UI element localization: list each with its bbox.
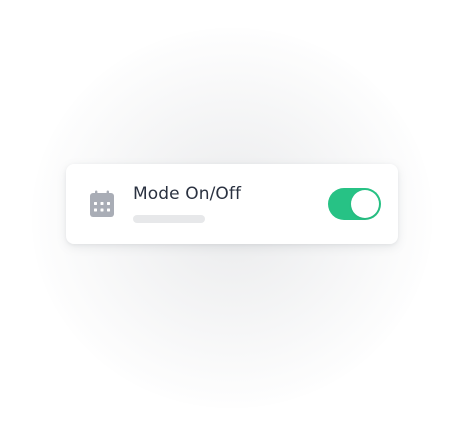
calendar-icon (89, 190, 115, 218)
canvas: Mode On/Off (0, 0, 464, 437)
subtitle-placeholder (133, 215, 205, 223)
setting-title: Mode On/Off (133, 184, 242, 204)
toggle-knob (351, 190, 379, 218)
mode-setting-card: Mode On/Off (66, 164, 398, 244)
mode-toggle[interactable] (328, 188, 381, 220)
